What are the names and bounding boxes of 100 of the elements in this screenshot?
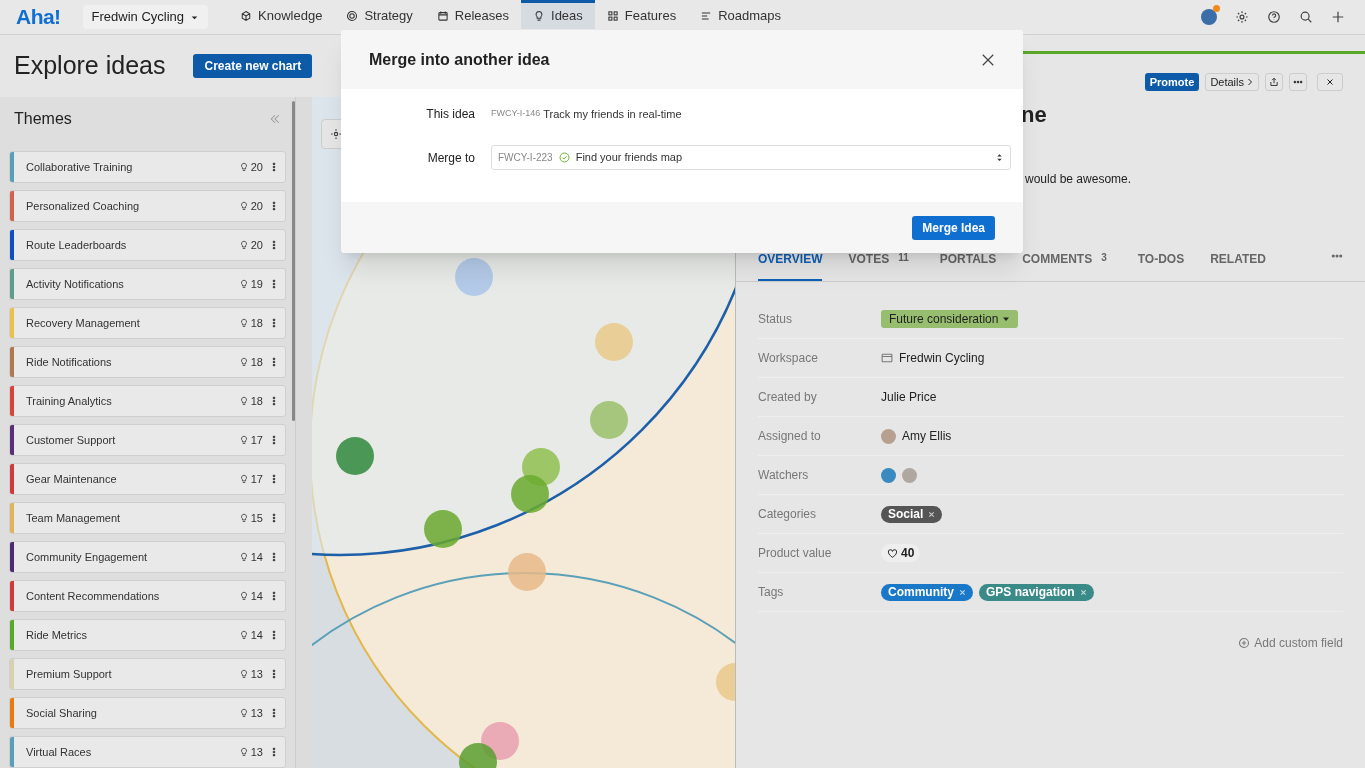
lightbulb-icon — [238, 201, 249, 211]
lightbulb-icon — [238, 279, 249, 289]
close-icon[interactable] — [981, 52, 995, 67]
close-button[interactable] — [1317, 73, 1343, 91]
idea-id: FWCY-I-146 — [491, 107, 541, 121]
logo[interactable]: Aha! — [16, 1, 61, 33]
idea-count: 14 — [250, 627, 263, 643]
avatar — [881, 467, 896, 483]
roadmap-icon — [700, 10, 713, 22]
close-icon — [1326, 78, 1334, 86]
theme-card[interactable]: Customer Support 17 — [9, 424, 286, 456]
lightbulb-icon — [533, 10, 545, 22]
idea-count: 14 — [250, 549, 263, 565]
idea-count: 18 — [250, 354, 263, 370]
nav-tab[interactable]: Knowledge — [228, 0, 335, 29]
theme-card[interactable]: Community Engagement 14 — [9, 541, 286, 573]
help-icon[interactable] — [1267, 10, 1281, 24]
field-label: Status — [758, 311, 794, 328]
lightbulb-icon — [238, 162, 249, 172]
nav-tab[interactable]: Strategy — [334, 0, 425, 29]
theme-card[interactable]: Gear Maintenance 17 — [9, 463, 286, 495]
idea-count: 15 — [250, 510, 263, 526]
theme-name: Route Leaderboards — [26, 237, 128, 253]
merge-idea-button[interactable]: Merge Idea — [912, 215, 995, 240]
nav-tab[interactable]: Ideas — [521, 0, 595, 29]
theme-name: Collaborative Training — [26, 159, 134, 175]
merge-target-select[interactable]: FWCY-I-223 Find your friends map — [491, 145, 1011, 170]
plus-icon[interactable] — [1331, 10, 1345, 24]
idea-count: 13 — [250, 744, 263, 760]
field-value: Julie Price — [881, 389, 937, 406]
settings-icon[interactable] — [1235, 10, 1249, 24]
field-label: Merge to — [426, 149, 476, 167]
field-label: Tags — [758, 584, 785, 601]
field-label: Product value — [758, 545, 833, 562]
theme-card[interactable]: Content Recommendations 14 — [9, 580, 286, 612]
promote-button[interactable]: Promote — [1144, 73, 1200, 91]
search-icon[interactable] — [1299, 10, 1313, 24]
theme-card[interactable]: Activity Notifications 19 — [9, 268, 286, 300]
avatar — [902, 467, 917, 483]
theme-card[interactable]: Premium Support 13 — [9, 658, 286, 690]
detail-tab[interactable]: TO-DOS — [1137, 250, 1185, 281]
detail-tab[interactable]: PORTALS — [939, 250, 997, 281]
detail-tab[interactable]: RELATED — [1210, 250, 1266, 281]
add-custom-field-link[interactable]: Add custom field — [1238, 634, 1343, 652]
theme-name: Premium Support — [26, 666, 113, 682]
sidebar-title: Themes — [14, 109, 72, 129]
heart-icon — [887, 547, 898, 559]
nav-tab[interactable]: Releases — [424, 0, 521, 29]
field-label: Watchers — [758, 467, 810, 484]
idea-id: FWCY-I-223 — [498, 151, 553, 165]
lightbulb-icon — [238, 318, 249, 328]
scrollbar[interactable] — [292, 101, 295, 421]
theme-card[interactable]: Team Management 15 — [9, 502, 286, 534]
detail-tab[interactable]: COMMENTS 3 — [1022, 250, 1112, 281]
share-button[interactable] — [1265, 73, 1283, 91]
lightbulb-icon — [238, 669, 249, 679]
share-icon — [1269, 77, 1279, 87]
tag[interactable]: Social — [881, 505, 943, 523]
theme-card[interactable]: Training Analytics 18 — [9, 385, 286, 417]
theme-card[interactable]: Personalized Coaching 20 — [9, 190, 286, 222]
remove-icon — [1079, 588, 1087, 596]
idea-count: 17 — [250, 471, 263, 487]
field-label: Created by — [758, 389, 818, 406]
theme-name: Social Sharing — [26, 705, 98, 721]
lightbulb-icon — [238, 396, 249, 406]
lightbulb-icon — [238, 630, 249, 640]
theme-name: Activity Notifications — [26, 276, 125, 292]
field-value: Amy Ellis — [902, 428, 952, 445]
nav-tab[interactable]: Roadmaps — [688, 0, 793, 29]
lightbulb-icon — [238, 591, 249, 601]
details-button[interactable]: Details — [1205, 73, 1259, 91]
tag[interactable]: Community — [881, 583, 973, 601]
calendar-icon — [436, 10, 449, 22]
add-icon — [1238, 637, 1251, 649]
idea-name: Find your friends map — [575, 150, 684, 166]
more-button[interactable] — [1289, 73, 1307, 91]
theme-card[interactable]: Route Leaderboards 20 — [9, 229, 286, 261]
lightbulb-icon — [238, 747, 249, 757]
updown-icon — [995, 153, 1004, 162]
theme-card[interactable]: Social Sharing 13 — [9, 697, 286, 729]
lightbulb-icon — [238, 474, 249, 484]
create-chart-button[interactable]: Create new chart — [193, 54, 313, 78]
status-dropdown[interactable]: Future consideration — [881, 310, 1019, 328]
theme-card[interactable]: Virtual Races 13 — [9, 736, 286, 768]
theme-name: Recovery Management — [26, 315, 141, 331]
theme-name: Gear Maintenance — [26, 471, 118, 487]
workspace-dropdown[interactable]: Fredwin Cycling — [82, 5, 209, 29]
idea-count: 18 — [250, 315, 263, 331]
field-label: Workspace — [758, 350, 819, 367]
theme-card[interactable]: Collaborative Training 20 — [9, 151, 286, 183]
theme-name: Personalized Coaching — [26, 198, 141, 214]
theme-card[interactable]: Ride Metrics 14 — [9, 619, 286, 651]
tag[interactable]: GPS navigation — [979, 583, 1094, 601]
theme-card[interactable]: Ride Notifications 18 — [9, 346, 286, 378]
lightbulb-icon — [238, 435, 249, 445]
modal-title: Merge into another idea — [369, 49, 550, 70]
theme-card[interactable]: Recovery Management 18 — [9, 307, 286, 339]
nav-tab[interactable]: Features — [594, 0, 689, 29]
lightbulb-icon — [238, 513, 249, 523]
score-badge[interactable]: 40 — [881, 544, 921, 562]
